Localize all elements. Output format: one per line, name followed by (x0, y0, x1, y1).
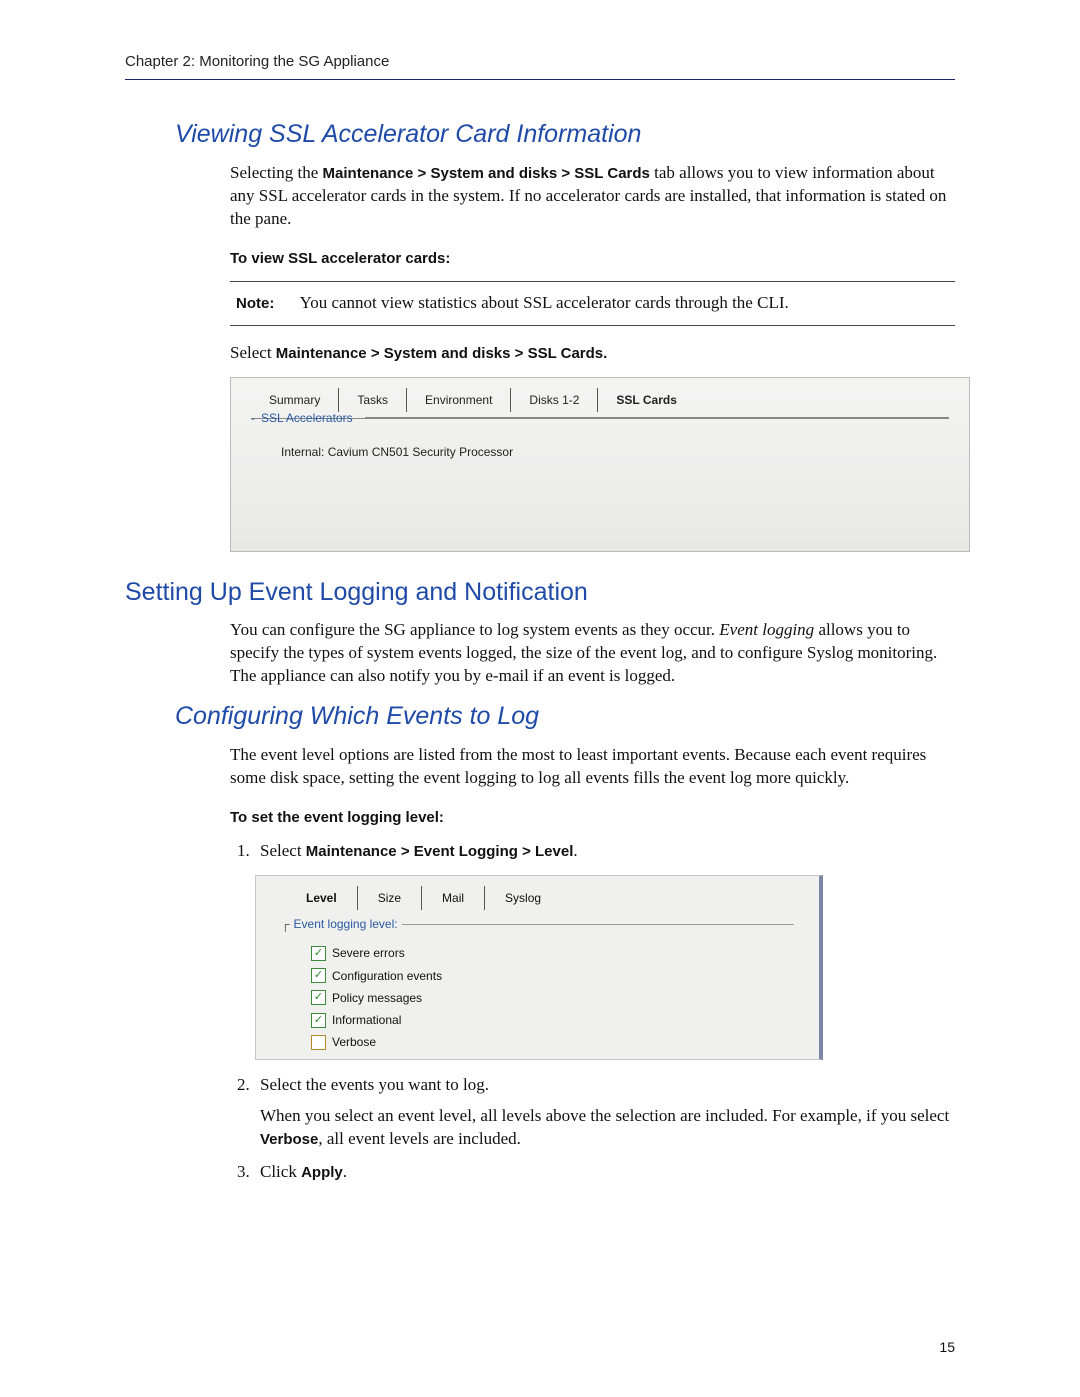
tab-environment[interactable]: Environment (407, 388, 511, 412)
fieldset-label: Event logging level: (290, 916, 402, 932)
heading-configuring-events: Configuring Which Events to Log (175, 700, 955, 734)
heading-event-logging: Setting Up Event Logging and Notificatio… (125, 576, 955, 610)
tabs-ssl: Summary Tasks Environment Disks 1-2 SSL … (231, 378, 969, 412)
group-ssl-accel: SSL Accelerators (257, 410, 359, 426)
tab-tasks[interactable]: Tasks (339, 388, 407, 412)
tab-syslog[interactable]: Syslog (485, 886, 561, 910)
cb-verbose[interactable]: ✓ Verbose (311, 1031, 794, 1053)
checkbox-list: ✓ Severe errors ✓ Configuration events ✓… (281, 932, 794, 1053)
tab-mail[interactable]: Mail (422, 886, 485, 910)
cb-policy-messages[interactable]: ✓ Policy messages (311, 987, 794, 1009)
para-event-logging: You can configure the SG appliance to lo… (230, 619, 955, 688)
checkbox-icon[interactable]: ✓ (311, 968, 326, 983)
tab-disks[interactable]: Disks 1-2 (511, 388, 598, 412)
ssl-accel-content: Internal: Cavium CN501 Security Processo… (231, 426, 969, 460)
chapter-text: Chapter 2: Monitoring the SG Appliance (125, 53, 389, 70)
step-2: Select the events you want to log. When … (254, 1074, 955, 1151)
tabs-event: Level Size Mail Syslog (256, 876, 819, 910)
checkbox-icon[interactable]: ✓ (311, 990, 326, 1005)
note-label: Note: (236, 294, 296, 314)
subhead-view-ssl: To view SSL accelerator cards: (230, 249, 955, 269)
tab-size[interactable]: Size (358, 886, 422, 910)
cb-configuration-events[interactable]: ✓ Configuration events (311, 965, 794, 987)
step-1: Select Maintenance > Event Logging > Lev… (254, 840, 955, 863)
note-box: Note: You cannot view statistics about S… (230, 281, 955, 326)
checkbox-icon[interactable]: ✓ (311, 1035, 326, 1050)
steps-list-cont: Select the events you want to log. When … (230, 1074, 955, 1184)
tab-level[interactable]: Level (286, 886, 358, 910)
subhead-set-level: To set the event logging level: (230, 808, 955, 828)
tab-ssl-cards[interactable]: SSL Cards (598, 388, 694, 412)
checkbox-icon[interactable]: ✓ (311, 1013, 326, 1028)
para-ssl-info: Selecting the Maintenance > System and d… (230, 162, 955, 231)
note-text: You cannot view statistics about SSL acc… (300, 293, 789, 312)
checkbox-icon[interactable]: ✓ (311, 946, 326, 961)
para-configuring-events: The event level options are listed from … (230, 744, 955, 790)
cb-informational[interactable]: ✓ Informational (311, 1009, 794, 1031)
heading-ssl-info: Viewing SSL Accelerator Card Information (175, 118, 955, 152)
screenshot-ssl-cards: Summary Tasks Environment Disks 1-2 SSL … (230, 377, 970, 552)
steps-list: Select Maintenance > Event Logging > Lev… (230, 840, 955, 863)
tab-summary[interactable]: Summary (251, 388, 339, 412)
chapter-header: Chapter 2: Monitoring the SG Appliance (125, 50, 955, 80)
select-instruction: Select Maintenance > System and disks > … (230, 342, 955, 365)
step-3: Click Apply. (254, 1161, 955, 1184)
page-number: 15 (939, 1338, 955, 1357)
fieldset-corner-icon: ┌ (281, 916, 290, 932)
screenshot-event-level: Level Size Mail Syslog ┌ Event logging l… (255, 875, 823, 1060)
cb-severe-errors[interactable]: ✓ Severe errors (311, 942, 794, 964)
